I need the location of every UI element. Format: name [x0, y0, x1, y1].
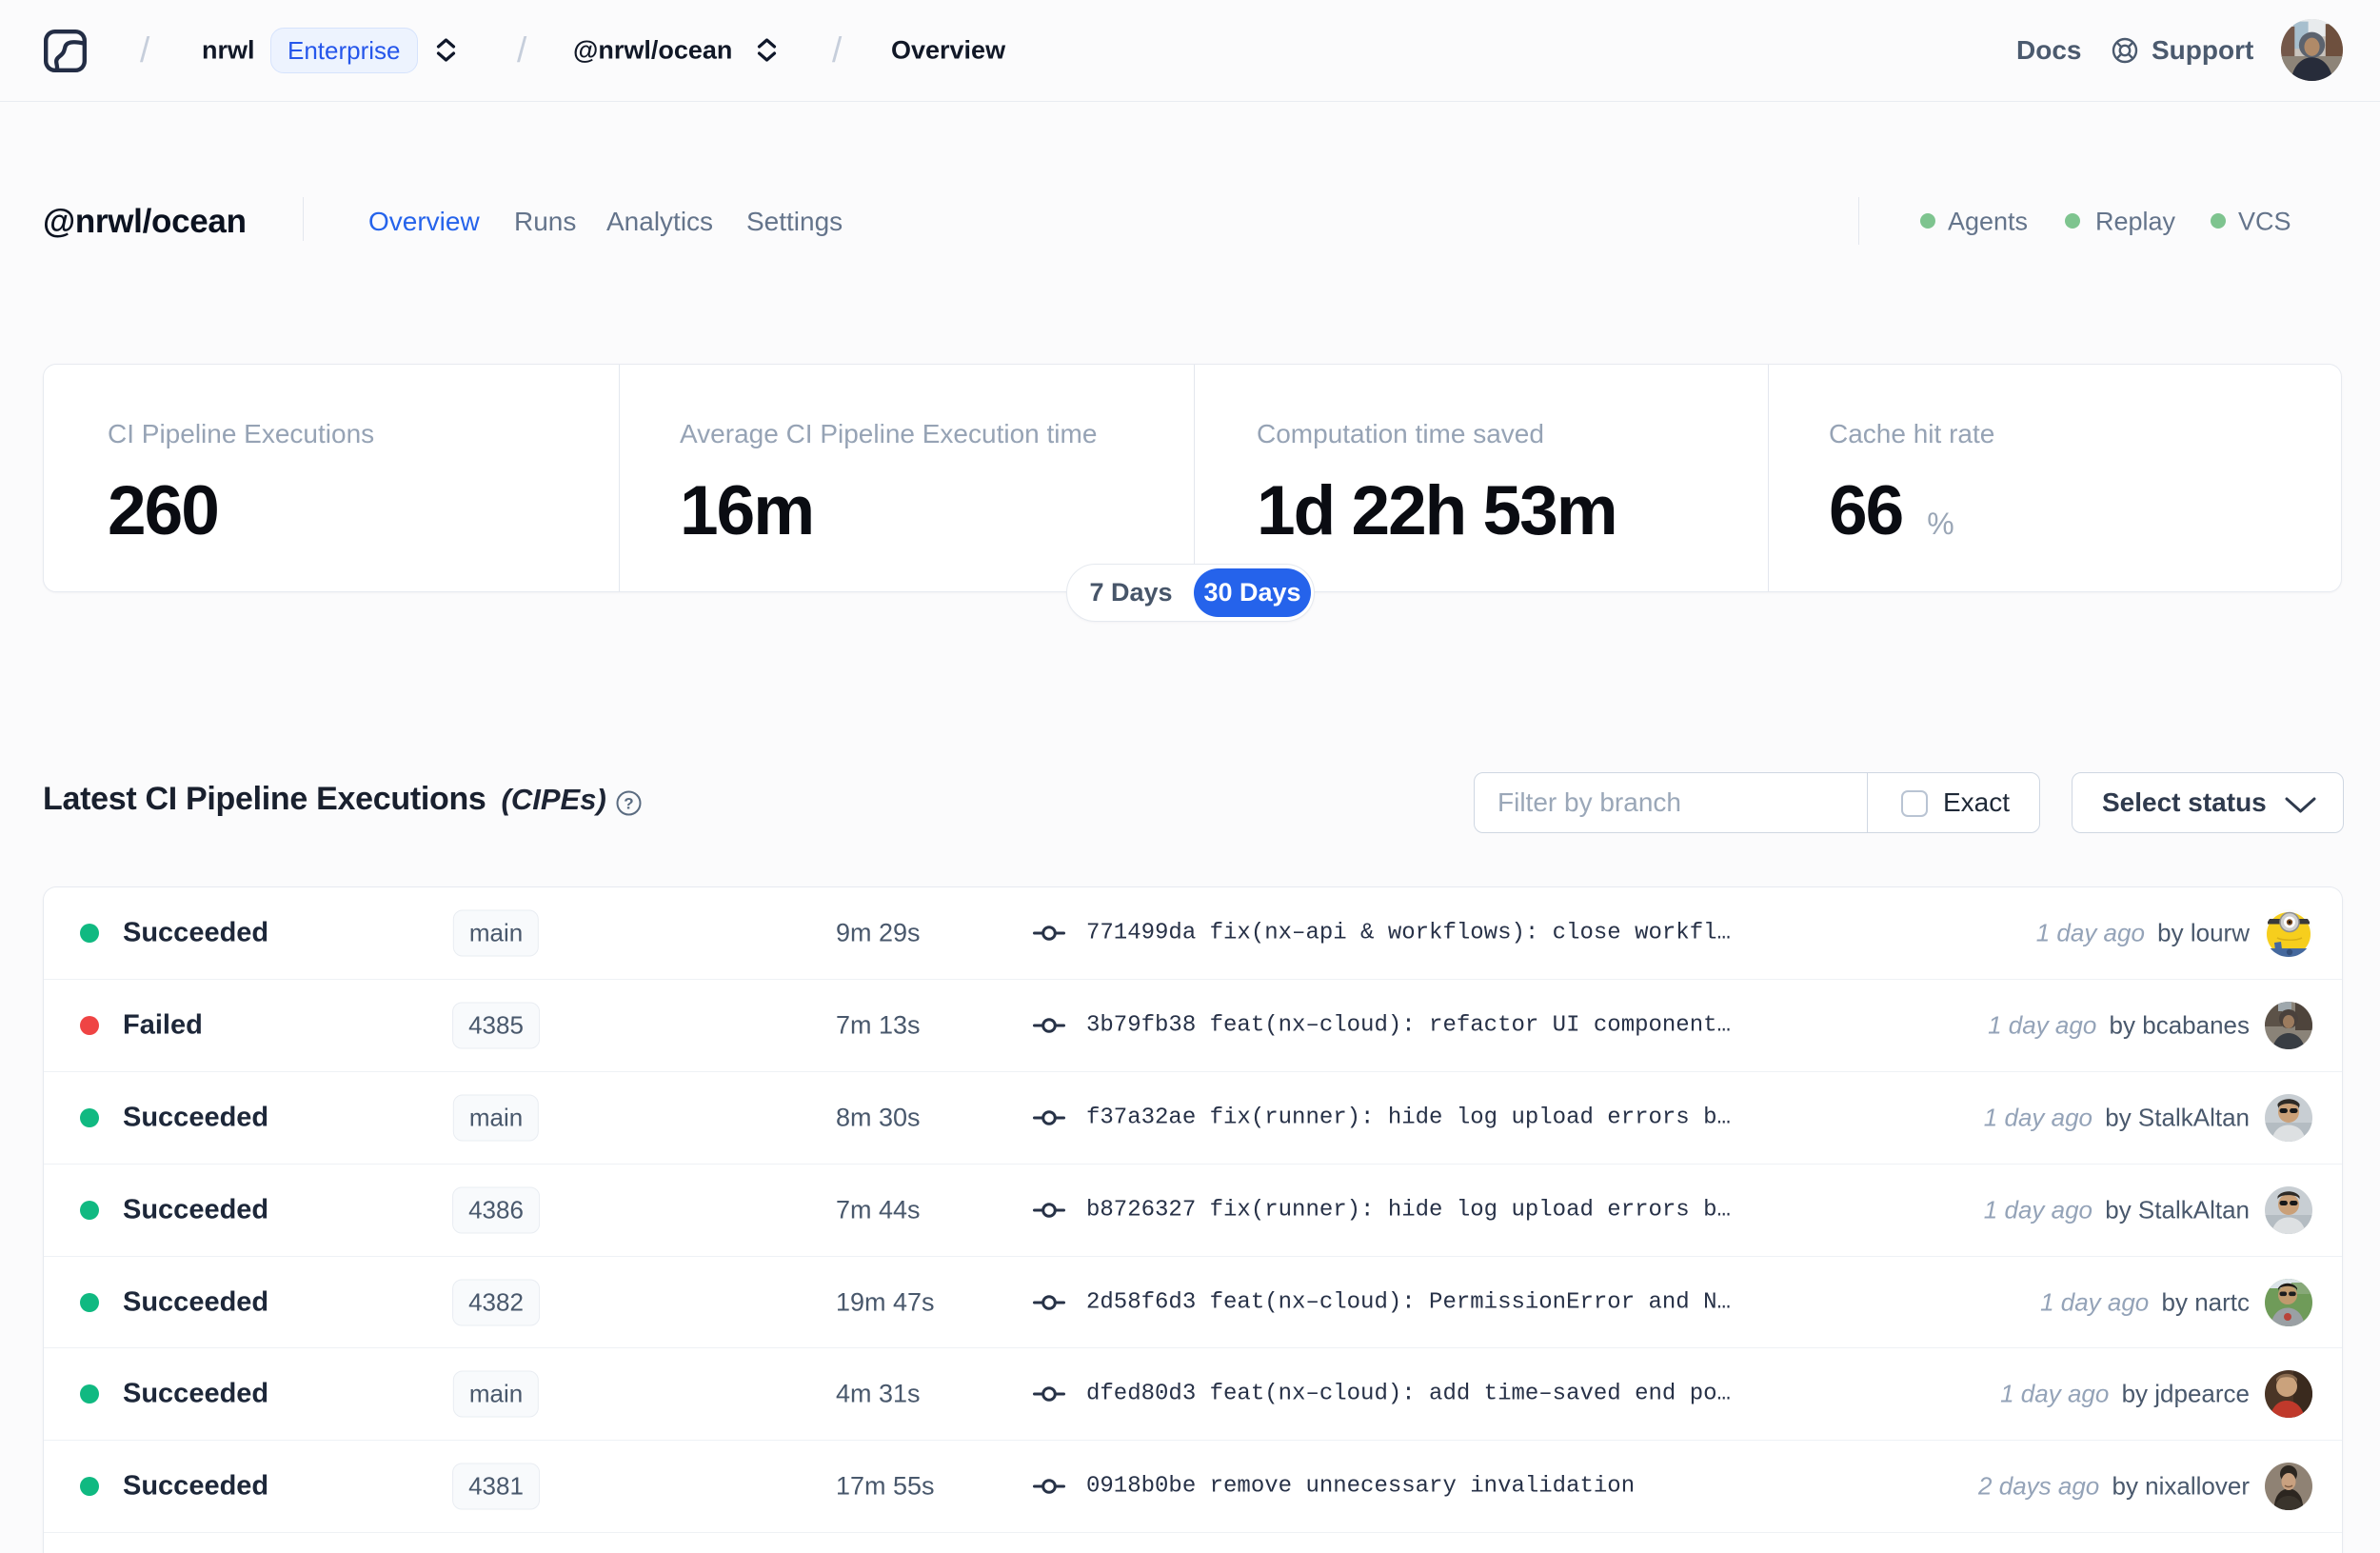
svg-text:?: ? [624, 795, 633, 813]
